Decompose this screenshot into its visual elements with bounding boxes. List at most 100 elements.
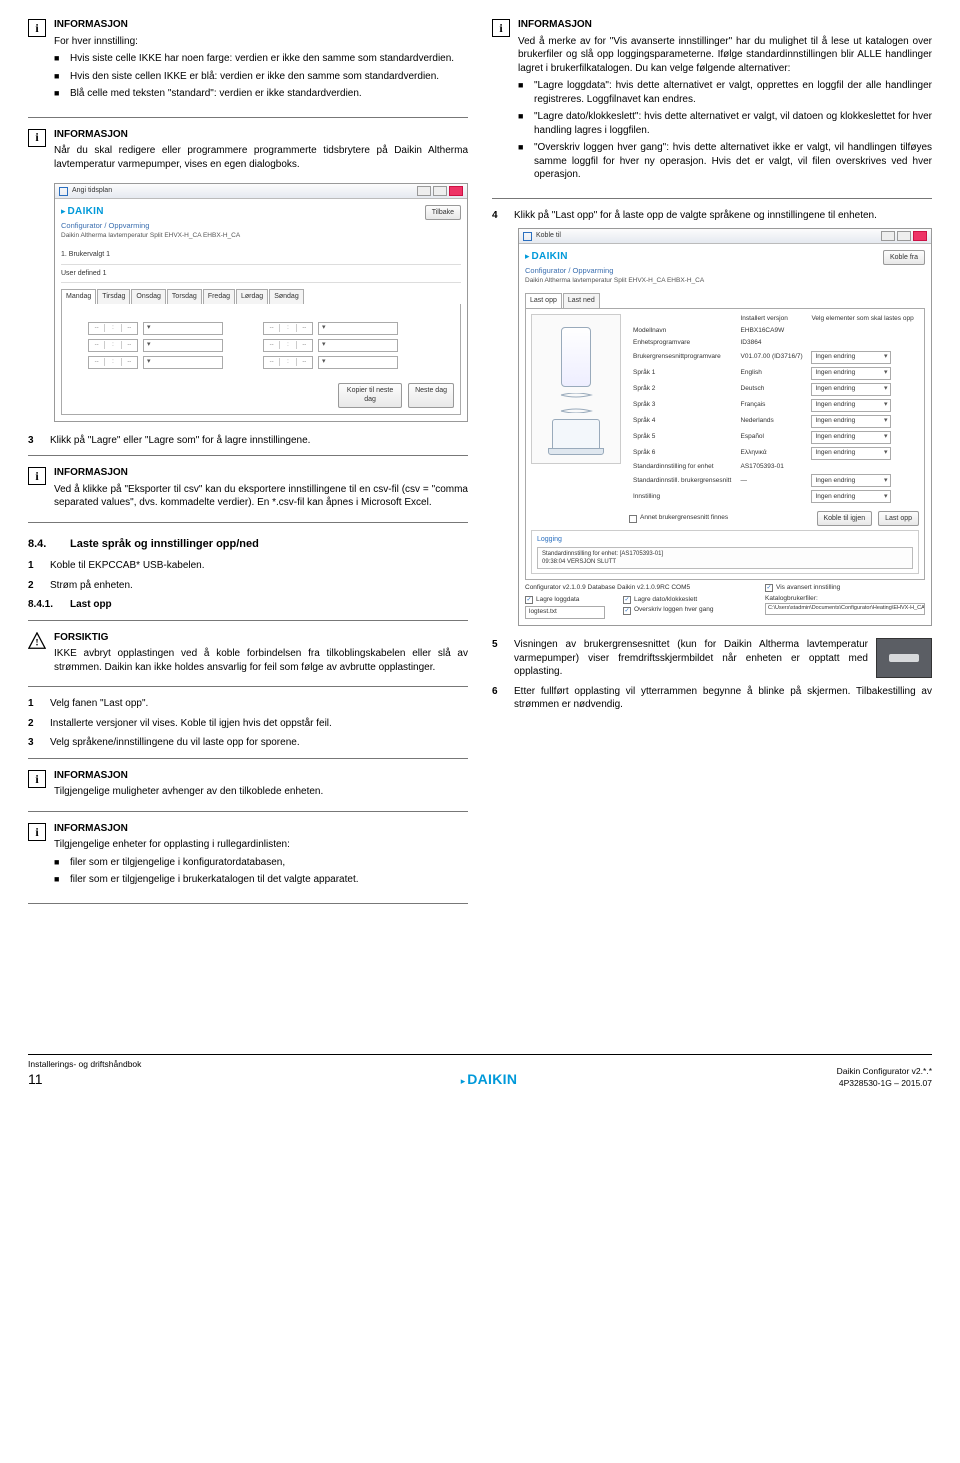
action-dropdown[interactable] (143, 322, 223, 335)
upload-button[interactable]: Last opp (878, 511, 919, 526)
upload-table: Installert versjon Velg elementer som sk… (629, 314, 919, 505)
other-ui-label: Annet brukergrensesnitt finnes (640, 514, 728, 523)
info-bullet-list: "Lagre loggdata": hvis dette alternative… (518, 79, 932, 182)
bullet-item: "Overskriv loggen hver gang": hvis dette… (518, 141, 932, 182)
upload-dialog-screenshot: Koble til DAIKIN Configurator / Oppvarmi… (518, 228, 932, 626)
info-heading: INFORMASJON (518, 18, 932, 32)
time-input[interactable]: --:-- (263, 322, 313, 335)
time-input[interactable]: --:-- (263, 339, 313, 352)
info-text: Ved å merke av for "Vis avanserte innsti… (518, 35, 932, 76)
device-illustration (531, 314, 621, 464)
subsection-number: 8.4.1. (28, 598, 60, 612)
table-row: Språk 2DeutschIngen endring (629, 381, 919, 397)
schedule-dialog-screenshot: Angi tidsplan DAIKIN Configurator / Oppv… (54, 183, 468, 422)
select-dropdown[interactable]: Ingen endring (811, 351, 891, 364)
info-icon: i (28, 823, 46, 841)
step-text: Strøm på enheten. (50, 579, 468, 593)
minimize-button[interactable] (417, 186, 431, 196)
svg-text:!: ! (35, 637, 38, 648)
action-dropdown[interactable] (318, 339, 398, 352)
close-button[interactable] (913, 231, 927, 241)
bullet-item: filer som er tilgjengelige i brukerkatal… (54, 873, 468, 887)
time-input[interactable]: --:-- (88, 322, 138, 335)
table-row: Språk 1EnglishIngen endring (629, 365, 919, 381)
action-dropdown[interactable] (143, 339, 223, 352)
info-icon: i (28, 467, 46, 485)
bullet-item: "Lagre dato/klokkeslett": hvis dette alt… (518, 110, 932, 137)
minimize-button[interactable] (881, 231, 895, 241)
tab-tuesday[interactable]: Tirsdag (97, 289, 130, 303)
select-dropdown[interactable]: Ingen endring (811, 383, 891, 396)
select-dropdown[interactable]: Ingen endring (811, 415, 891, 428)
advanced-checkbox[interactable]: ✓ (765, 584, 773, 592)
step-text: Installerte versjoner vil vises. Koble t… (50, 717, 468, 731)
info-text: Når du skal redigere eller programmere p… (54, 144, 468, 171)
save-dt-label: Lagre dato/klokkeslett (634, 596, 697, 605)
select-dropdown[interactable]: Ingen endring (811, 367, 891, 380)
daikin-logo: DAIKIN (532, 251, 568, 262)
table-row: Språk 5EspañolIngen endring (629, 429, 919, 445)
other-ui-checkbox[interactable] (629, 515, 637, 523)
tab-download[interactable]: Last ned (563, 293, 600, 307)
tab-thursday[interactable]: Torsdag (167, 289, 202, 303)
maximize-button[interactable] (433, 186, 447, 196)
info-heading: INFORMASJON (54, 822, 468, 836)
step-number: 2 (28, 579, 40, 593)
time-input[interactable]: --:-- (88, 356, 138, 369)
select-dropdown[interactable]: Ingen endring (811, 474, 891, 487)
save-log-label: Lagre loggdata (536, 596, 579, 605)
table-row: Standardinnstilling for enhetAS1705393-0… (629, 461, 919, 473)
select-dropdown[interactable]: Ingen endring (811, 431, 891, 444)
action-dropdown[interactable] (318, 322, 398, 335)
tab-upload[interactable]: Last opp (525, 293, 562, 307)
step-number: 5 (492, 638, 504, 679)
time-input[interactable]: --:-- (88, 339, 138, 352)
time-input[interactable]: --:-- (263, 356, 313, 369)
subsection-title: Last opp (70, 598, 112, 612)
info-text: Ved å klikke på "Eksporter til csv" kan … (54, 483, 468, 510)
info-bullet-list: filer som er tilgjengelige i konfigurato… (54, 856, 468, 887)
select-dropdown[interactable]: Ingen endring (811, 447, 891, 460)
table-row: BrukergrensesnittprogramvareV01.07.00 (I… (629, 349, 919, 365)
select-dropdown[interactable]: Ingen endring (811, 490, 891, 503)
overwrite-checkbox[interactable]: ✓ (623, 607, 631, 615)
info-text: Tilgjengelige muligheter avhenger av den… (54, 785, 468, 799)
close-button[interactable] (449, 186, 463, 196)
tab-monday[interactable]: Mandag (61, 289, 96, 303)
info-heading: INFORMASJON (54, 769, 468, 783)
footer-product: Daikin Configurator v2.*.* (837, 1066, 932, 1077)
info-icon: i (28, 19, 46, 37)
copy-next-day-button[interactable]: Kopier til neste dag (338, 383, 402, 408)
tab-friday[interactable]: Fredag (203, 289, 235, 303)
step-number: 3 (28, 736, 40, 750)
model-caption: Daikin Altherma lavtemperatur Split EHVX… (525, 277, 704, 286)
log-area: Standardinnstilling for enhet: [AS170539… (537, 547, 913, 569)
section-number: 8.4. (28, 537, 60, 552)
save-dt-checkbox[interactable]: ✓ (623, 596, 631, 604)
group-label: 1. Brukervalgt 1 (61, 250, 461, 259)
userdef-label: User defined 1 (61, 269, 461, 278)
back-button[interactable]: Tilbake (425, 205, 461, 220)
info-intro: Tilgjengelige enheter for opplasting i r… (54, 838, 468, 852)
next-day-button[interactable]: Neste dag (408, 383, 454, 408)
select-dropdown[interactable]: Ingen endring (811, 399, 891, 412)
caution-heading: FORSIKTIG (54, 631, 468, 645)
col-installed-version: Installert versjon (737, 314, 808, 326)
reconnect-button[interactable]: Koble til igjen (817, 511, 873, 526)
step-text: Klikk på "Last opp" for å laste opp de v… (514, 209, 932, 223)
tab-wednesday[interactable]: Onsdag (131, 289, 166, 303)
bullet-item: "Lagre loggdata": hvis dette alternative… (518, 79, 932, 106)
section-title: Laste språk og innstillinger opp/ned (70, 537, 259, 552)
disconnect-button[interactable]: Koble fra (883, 250, 925, 265)
catalog-path-input[interactable]: C:\Users\stadmin\Documents\Configurator\… (765, 603, 925, 614)
action-dropdown[interactable] (318, 356, 398, 369)
action-dropdown[interactable] (143, 356, 223, 369)
save-log-checkbox[interactable]: ✓ (525, 596, 533, 604)
maximize-button[interactable] (897, 231, 911, 241)
tab-saturday[interactable]: Lørdag (236, 289, 268, 303)
table-row: ModellnavnEHBX16CA9W (629, 326, 919, 338)
step-number: 1 (28, 697, 40, 711)
logfile-input[interactable]: logtest.txt (525, 606, 605, 619)
table-row: EnhetsprogramvareID3864 (629, 337, 919, 349)
tab-sunday[interactable]: Søndag (269, 289, 304, 303)
